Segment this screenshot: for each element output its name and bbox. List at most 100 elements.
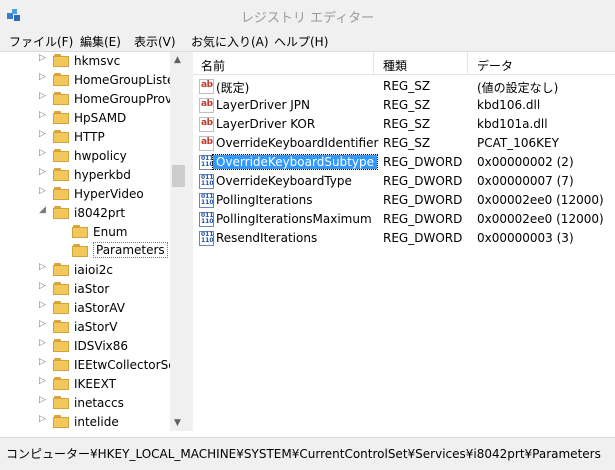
value-row[interactable]: 011 110 OverrideKeyboardSubtype REG_DWORD 0x…	[193, 153, 615, 172]
value-data: 0x00000002 (2)	[477, 155, 574, 169]
expand-arrow-icon[interactable]: ▷	[39, 167, 46, 177]
binary-value-icon: 011 110	[199, 193, 214, 208]
column-header: 名前 種類 データ	[193, 52, 615, 75]
registry-tree[interactable]: ▷ hkmsvc ▷ HomeGroupListe ▷ HomeGroupProv ▷ HpS…	[0, 52, 187, 431]
folder-icon	[53, 149, 69, 162]
tree-item[interactable]: ▷ HTTP	[0, 128, 170, 147]
tree-item-label: iaStorV	[74, 320, 118, 334]
scroll-down-icon[interactable]: ▼	[174, 418, 181, 428]
folder-icon	[72, 225, 88, 238]
tree-item[interactable]: ▷ HomeGroupProv	[0, 90, 173, 109]
value-row[interactable]: ab OverrideKeyboardIdentifier REG_SZ PCAT_1…	[193, 134, 615, 153]
expand-arrow-icon[interactable]: ▷	[39, 395, 46, 405]
menu-view[interactable]: 表示(V)	[134, 33, 176, 50]
tree-item[interactable]: ▷ iaStor	[0, 280, 170, 299]
expand-arrow-icon[interactable]: ▷	[39, 338, 46, 348]
value-data: (値の設定なし)	[477, 81, 559, 95]
value-name: OverrideKeyboardType	[216, 174, 352, 188]
column-divider[interactable]	[373, 52, 374, 74]
value-name: PollingIterationsMaximum	[216, 212, 372, 226]
string-value-icon: ab	[199, 136, 214, 151]
value-row[interactable]: 011 110 PollingIterationsMaximum REG_DWORD 0…	[193, 210, 615, 229]
value-name: ResendIterations	[216, 231, 318, 245]
menu-file[interactable]: ファイル(F)	[9, 33, 73, 50]
menu-help[interactable]: ヘルプ(H)	[274, 33, 328, 50]
value-row[interactable]: ab LayerDriver JPN REG_SZ kbd106.dll	[193, 96, 615, 115]
status-path: コンピューター¥HKEY_LOCAL_MACHINE¥SYSTEM¥Curren…	[6, 447, 601, 461]
folder-icon	[53, 415, 69, 428]
value-data: kbd106.dll	[477, 98, 541, 112]
values-pane[interactable]: 名前 種類 データ ab (既定) REG_SZ (値の設定なし) ab LayerDri…	[193, 52, 615, 431]
value-row[interactable]: 011 110 OverrideKeyboardType REG_DWORD 0x000…	[193, 172, 615, 191]
tree-item-label: intelide	[74, 415, 119, 429]
tree-item[interactable]: ▷ IDSVix86	[0, 337, 170, 356]
tree-item[interactable]: ▷ hwpolicy	[0, 147, 170, 166]
tree-item-label: HomeGroupProv	[74, 92, 173, 106]
value-row[interactable]: 011 110 ResendIterations REG_DWORD 0x0000000…	[193, 229, 615, 248]
column-divider[interactable]	[467, 52, 468, 74]
column-data[interactable]: データ	[477, 57, 513, 74]
tree-item[interactable]: ▷ HyperVideo	[0, 185, 170, 204]
folder-icon	[53, 187, 69, 200]
value-type: REG_SZ	[383, 117, 431, 131]
value-type: REG_DWORD	[383, 174, 463, 188]
folder-icon	[53, 282, 69, 295]
tree-item[interactable]: ▷ hyperkbd	[0, 166, 170, 185]
tree-item[interactable]: ◢ i8042prt	[0, 204, 170, 223]
tree-item-label: iaStorAV	[74, 301, 125, 315]
tree-item[interactable]: ▷ iaioi2c	[0, 261, 170, 280]
folder-icon	[53, 54, 69, 67]
scroll-up-icon[interactable]: ▲	[174, 55, 181, 65]
tree-vertical-scrollbar[interactable]: ▲ ▼	[170, 52, 187, 431]
column-name[interactable]: 名前	[201, 57, 225, 74]
value-data: 0x00002ee0 (12000)	[477, 212, 604, 226]
tree-item-label: HomeGroupListe	[74, 73, 175, 87]
menu-bar: ファイル(F) 編集(E) 表示(V) お気に入り(A) ヘルプ(H)	[0, 30, 615, 52]
tree-item[interactable]: ▷ IKEEXT	[0, 375, 170, 394]
expand-arrow-icon[interactable]: ▷	[39, 110, 46, 120]
tree-item[interactable]: ▷ HomeGroupListe	[0, 71, 174, 90]
value-type: REG_SZ	[383, 79, 431, 93]
binary-value-icon: 011 110	[199, 212, 214, 227]
expand-arrow-icon[interactable]: ▷	[39, 53, 46, 63]
expand-arrow-icon[interactable]: ▷	[39, 300, 46, 310]
expand-arrow-icon[interactable]: ▷	[39, 319, 46, 329]
string-value-icon: ab	[199, 79, 214, 94]
string-value-icon: ab	[199, 117, 214, 132]
expand-arrow-icon[interactable]: ▷	[39, 72, 46, 82]
tree-item[interactable]: ▷ hkmsvc	[0, 52, 170, 71]
tree-item[interactable]: Parameters	[0, 242, 170, 261]
menu-favorites[interactable]: お気に入り(A)	[191, 33, 269, 50]
tree-item[interactable]: ▷ iaStorV	[0, 318, 170, 337]
value-type: REG_DWORD	[383, 212, 463, 226]
expand-arrow-icon[interactable]: ▷	[39, 148, 46, 158]
value-row[interactable]: ab LayerDriver KOR REG_SZ kbd101a.dll	[193, 115, 615, 134]
collapse-arrow-icon[interactable]: ◢	[39, 205, 46, 215]
value-type: REG_DWORD	[383, 193, 463, 207]
window-title: レジストリ エディター	[240, 11, 375, 26]
binary-value-icon: 011 110	[199, 174, 214, 189]
tree-item[interactable]: Enum	[0, 223, 170, 242]
value-row[interactable]: ab (既定) REG_SZ (値の設定なし)	[193, 77, 615, 96]
column-type[interactable]: 種類	[383, 57, 407, 74]
tree-item[interactable]: ▷ IEEtwCollectorSe	[0, 356, 176, 375]
expand-arrow-icon[interactable]: ▷	[39, 376, 46, 386]
menu-edit[interactable]: 編集(E)	[80, 33, 121, 50]
scroll-thumb[interactable]	[172, 165, 185, 187]
expand-arrow-icon[interactable]: ▷	[39, 129, 46, 139]
expand-arrow-icon[interactable]: ▷	[39, 262, 46, 272]
expand-arrow-icon[interactable]: ▷	[39, 281, 46, 291]
tree-item[interactable]: ▷ inetaccs	[0, 394, 170, 413]
tree-item-label: HTTP	[74, 130, 105, 144]
expand-arrow-icon[interactable]: ▷	[39, 186, 46, 196]
expand-arrow-icon[interactable]: ▷	[39, 91, 46, 101]
tree-item-label: IEEtwCollectorSe	[74, 358, 176, 372]
expand-arrow-icon[interactable]: ▷	[39, 357, 46, 367]
expand-arrow-icon[interactable]: ▷	[39, 414, 46, 424]
tree-item[interactable]: ▷ intelide	[0, 413, 170, 431]
value-row[interactable]: 011 110 PollingIterations REG_DWORD 0x00002e…	[193, 191, 615, 210]
tree-item[interactable]: ▷ HpSAMD	[0, 109, 170, 128]
value-data: 0x00000007 (7)	[477, 174, 574, 188]
tree-item-label: inetaccs	[74, 396, 124, 410]
tree-item[interactable]: ▷ iaStorAV	[0, 299, 170, 318]
